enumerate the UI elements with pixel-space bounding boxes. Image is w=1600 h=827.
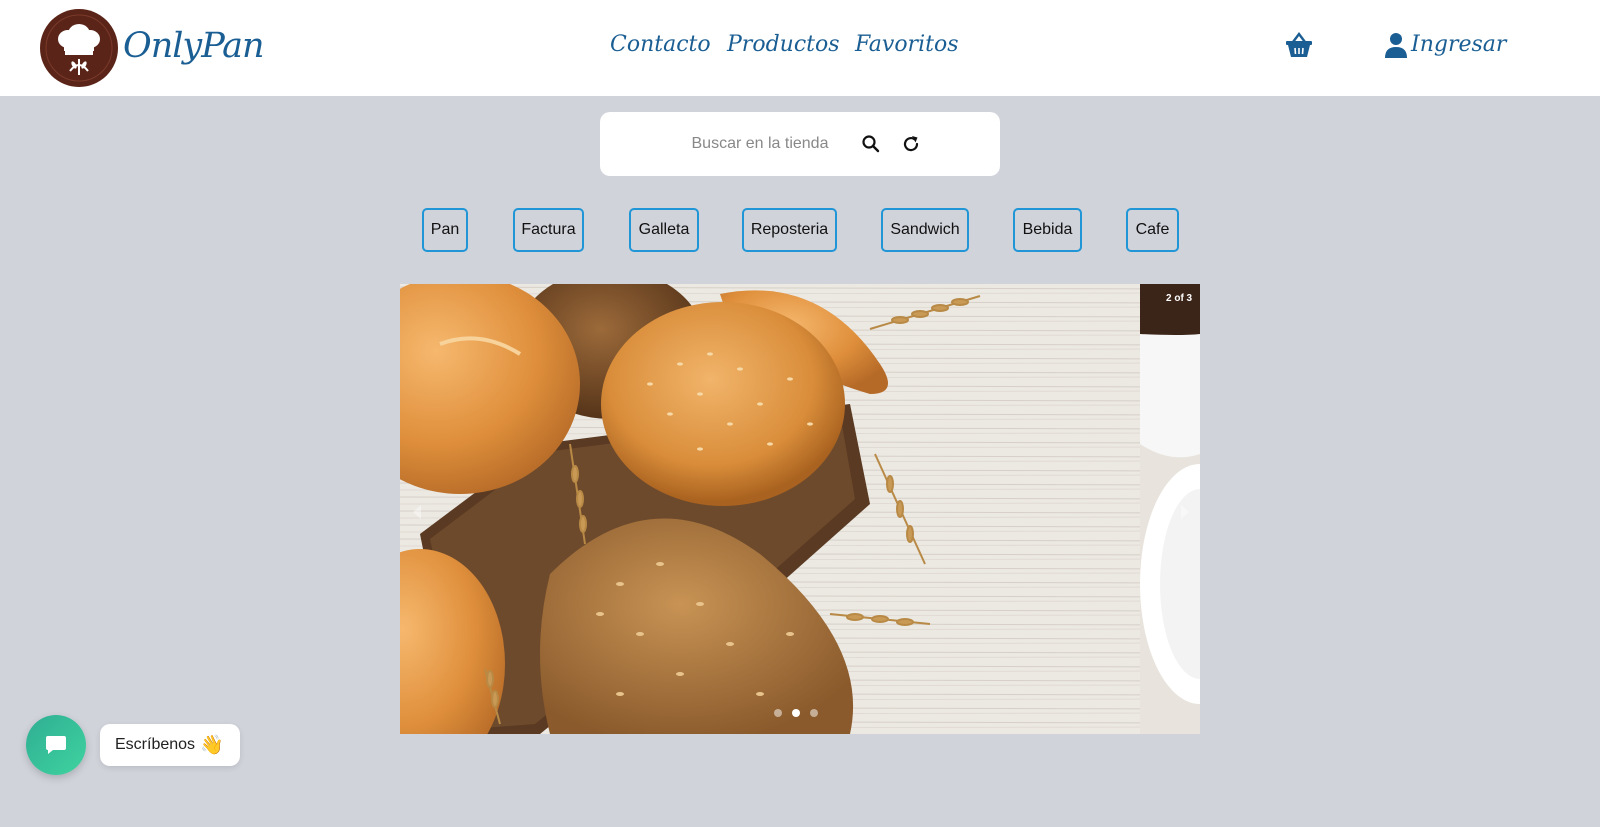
refresh-icon[interactable]: [901, 134, 921, 154]
search-input[interactable]: [660, 130, 860, 158]
nav-link-favoritos[interactable]: Favoritos: [855, 32, 959, 57]
category-bebida[interactable]: Bebida: [1013, 208, 1082, 252]
chat-prompt-label: Escríbenos: [115, 736, 196, 753]
carousel-next-arrow-icon[interactable]: [1178, 503, 1192, 521]
category-cafe[interactable]: Cafe: [1126, 208, 1179, 252]
carousel-prev-arrow-icon[interactable]: [410, 503, 424, 521]
category-sandwich[interactable]: Sandwich: [881, 208, 969, 252]
chat-prompt-bubble[interactable]: Escríbenos 👋: [100, 724, 240, 766]
carousel-counter: 2 of 3: [1166, 293, 1193, 304]
top-navbar: OnlyPan Contacto Productos Favoritos Ing…: [0, 0, 1600, 96]
chef-hat-logo-icon: [42, 11, 116, 85]
category-factura[interactable]: Factura: [513, 208, 584, 252]
chat-icon: [46, 736, 66, 754]
carousel-dot-1[interactable]: [774, 709, 782, 717]
carousel-dot-3[interactable]: [810, 709, 818, 717]
basket-icon[interactable]: [1284, 30, 1314, 60]
category-galleta[interactable]: Galleta: [629, 208, 699, 252]
carousel-pagination: [770, 709, 830, 719]
chat-button[interactable]: [26, 715, 86, 775]
search-bar: [600, 112, 1000, 176]
user-icon: [1385, 33, 1407, 58]
nav-link-contacto[interactable]: Contacto: [610, 32, 711, 57]
image-carousel[interactable]: [400, 284, 1200, 734]
brand-name[interactable]: OnlyPan: [123, 26, 265, 66]
waving-hand-icon: 👋: [200, 735, 224, 756]
carousel-slide-image: [400, 284, 1200, 734]
carousel-dot-2[interactable]: [792, 709, 800, 717]
nav-link-productos[interactable]: Productos: [727, 32, 840, 57]
category-pan[interactable]: Pan: [422, 208, 468, 252]
brand-logo[interactable]: [40, 9, 118, 87]
search-icon[interactable]: [861, 134, 881, 154]
category-reposteria[interactable]: Reposteria: [742, 208, 837, 252]
login-label: Ingresar: [1411, 32, 1507, 57]
